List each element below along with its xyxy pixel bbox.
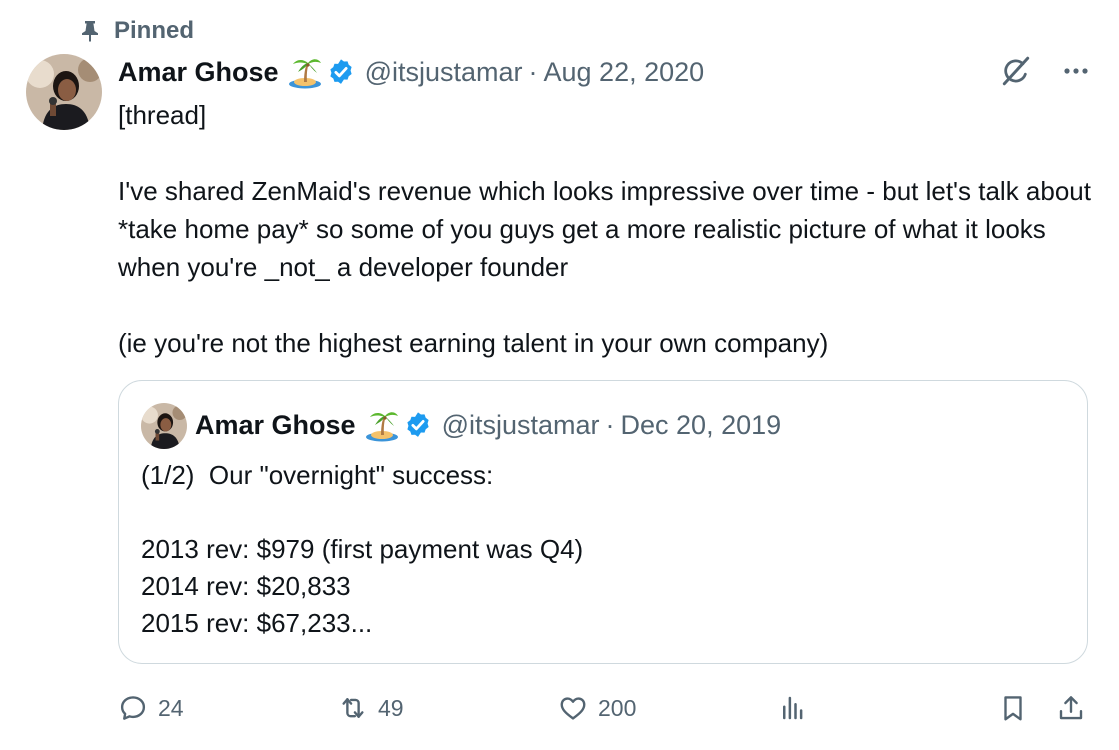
retweet-count: 49 <box>378 694 404 721</box>
quoted-avatar[interactable] <box>141 403 187 449</box>
quoted-tweet[interactable]: Amar Ghose @itsjustamar · Dec 20, 2019 (… <box>118 380 1088 664</box>
verified-badge-icon <box>406 412 429 437</box>
author-name[interactable]: Amar Ghose <box>118 57 279 88</box>
tweet-header: Amar Ghose @itsjustamar · Aug 22, 2020 <box>118 52 704 92</box>
tweet-text: [thread] I've shared ZenMaid's revenue w… <box>118 100 1091 358</box>
reply-button[interactable]: 24 <box>118 688 184 728</box>
top-actions <box>999 54 1091 88</box>
quoted-tweet-text: (1/2) Our "overnight" success: 2013 rev:… <box>141 460 584 638</box>
grok-icon[interactable] <box>999 54 1033 88</box>
retweet-button[interactable]: 49 <box>338 688 404 728</box>
pinned-label: Pinned <box>114 17 195 44</box>
bookmark-button[interactable] <box>998 688 1028 728</box>
separator-dot: · <box>528 56 538 87</box>
quoted-author-name: Amar Ghose <box>195 409 356 440</box>
pinned-indicator: Pinned <box>78 16 194 46</box>
separator-dot: · <box>605 409 615 440</box>
quoted-tweet-date: Dec 20, 2019 <box>620 409 782 440</box>
more-icon[interactable] <box>1061 56 1091 86</box>
quoted-header: Amar Ghose @itsjustamar · Dec 20, 2019 <box>195 405 781 445</box>
retweet-icon <box>342 698 364 718</box>
desert-island-emoji <box>365 412 398 442</box>
pin-icon <box>78 19 102 43</box>
share-icon <box>1059 696 1083 720</box>
heart-icon <box>560 697 586 720</box>
tweet-date[interactable]: Aug 22, 2020 <box>544 57 705 88</box>
quoted-author-handle: @itsjustamar <box>441 409 600 440</box>
avatar[interactable] <box>26 54 102 130</box>
action-bar: 24 49 200 <box>118 688 1091 728</box>
reply-icon <box>120 696 146 720</box>
author-handle[interactable]: @itsjustamar <box>365 57 523 88</box>
analytics-icon <box>783 696 803 720</box>
like-count: 200 <box>598 694 637 721</box>
verified-badge-icon <box>329 59 352 84</box>
bookmark-icon <box>1004 696 1022 721</box>
views-button[interactable] <box>778 688 808 728</box>
desert-island-emoji <box>288 59 321 89</box>
share-button[interactable] <box>1056 688 1086 728</box>
like-button[interactable]: 200 <box>558 688 636 728</box>
reply-count: 24 <box>158 694 184 721</box>
